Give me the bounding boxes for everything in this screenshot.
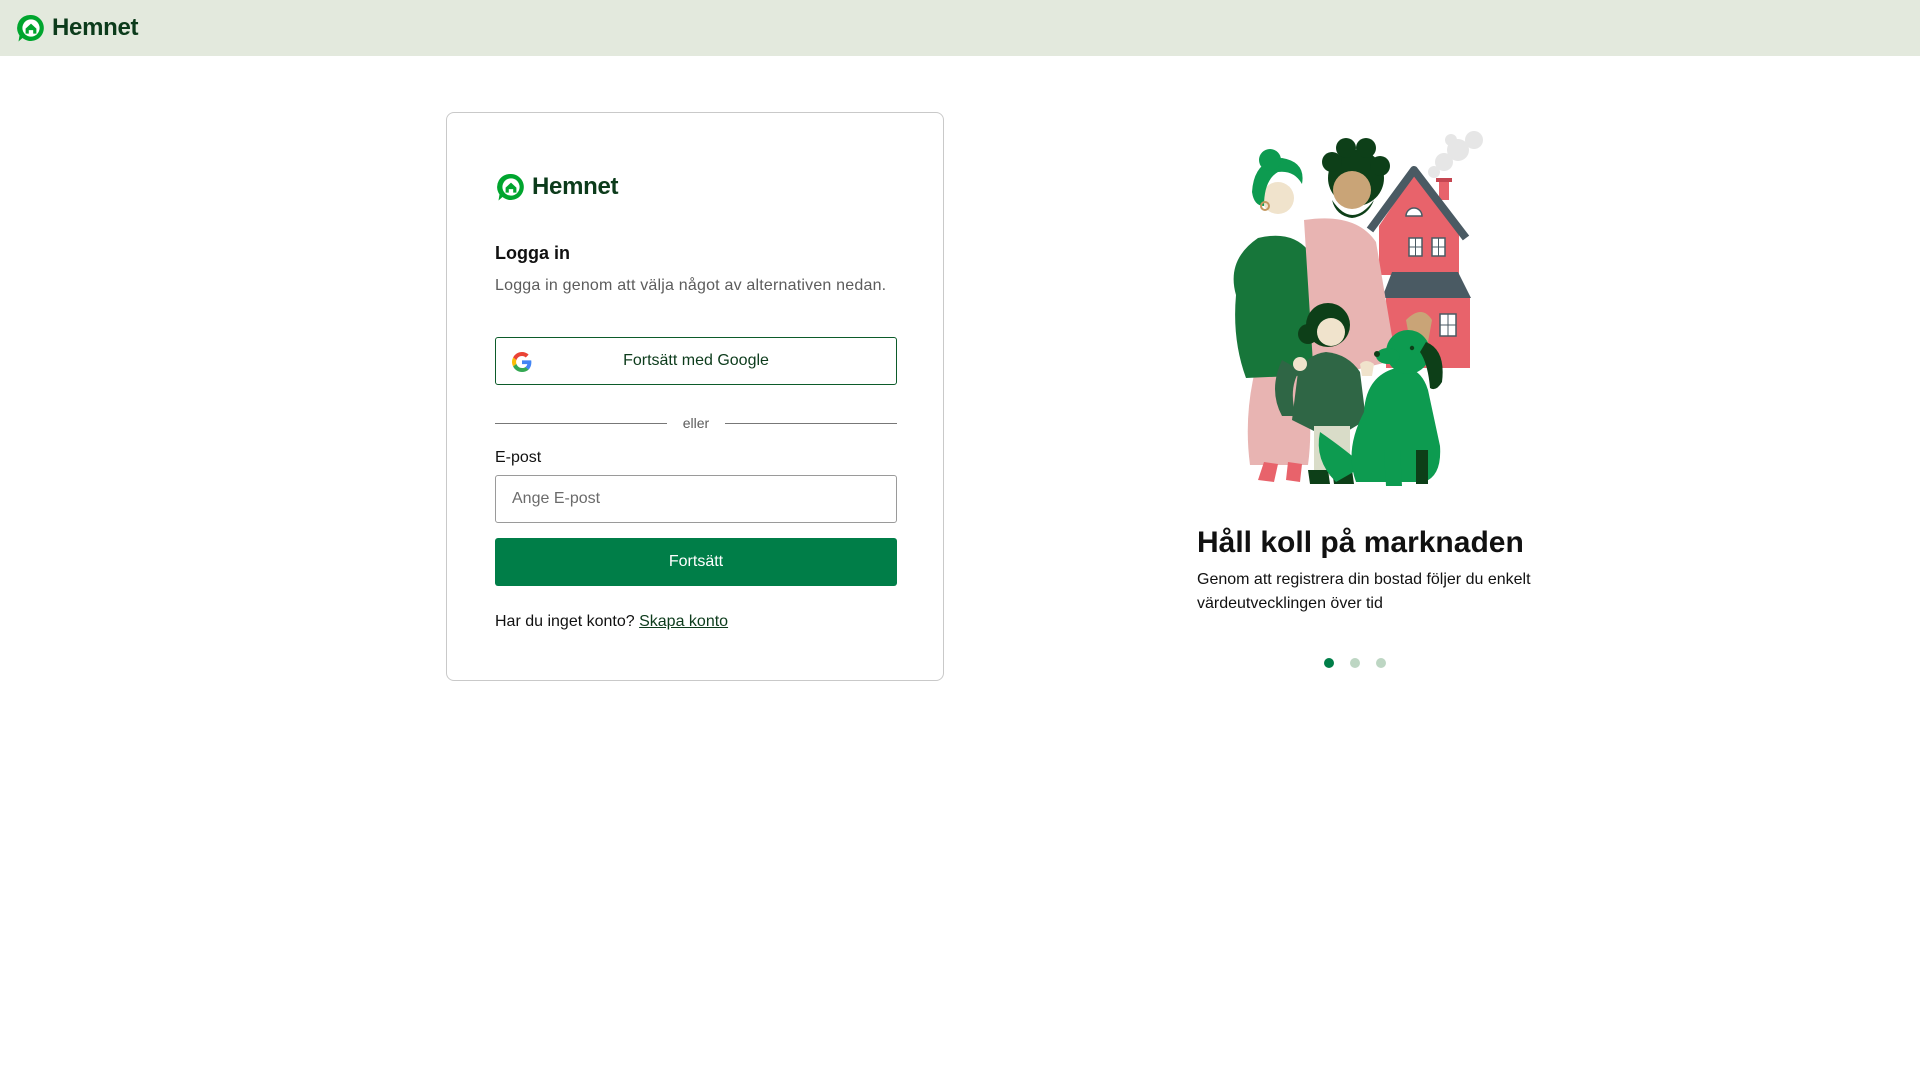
hemnet-logo-icon — [497, 173, 524, 201]
top-bar: Hemnet — [0, 0, 1920, 56]
email-field[interactable] — [495, 475, 897, 523]
login-card: Hemnet Logga in Logga in genom att välja… — [446, 112, 944, 681]
promo-text: Genom att registrera din bostad följer d… — [1197, 571, 1531, 612]
family-house-dog-illustration — [1233, 131, 1483, 486]
carousel-dot-1[interactable] — [1324, 658, 1334, 668]
promo-title: Håll koll på marknaden — [1197, 526, 1524, 559]
carousel-dot-3[interactable] — [1376, 658, 1386, 668]
or-divider: eller — [495, 411, 897, 435]
google-signin-button[interactable]: Fortsätt med Google — [495, 337, 897, 385]
google-icon — [512, 352, 532, 372]
card-logo: Hemnet — [495, 171, 619, 203]
divider-line-right — [725, 423, 897, 424]
header-logo[interactable]: Hemnet — [15, 12, 139, 44]
no-account-text: Har du inget konto? — [495, 613, 635, 630]
brand-name: Hemnet — [532, 173, 619, 200]
google-button-label: Fortsätt med Google — [623, 352, 769, 369]
signup-row: Har du inget konto? Skapa konto — [495, 613, 728, 631]
hemnet-logo-icon — [17, 14, 44, 42]
page-title: Logga in — [495, 243, 570, 263]
carousel-dot-2[interactable] — [1350, 658, 1360, 668]
continue-button[interactable]: Fortsätt — [495, 538, 897, 586]
brand-name: Hemnet — [52, 14, 139, 41]
carousel-dots — [1324, 658, 1386, 668]
email-label: E-post — [495, 449, 542, 466]
create-account-link[interactable]: Skapa konto — [639, 613, 728, 630]
page-subtitle: Logga in genom att välja något av altern… — [495, 277, 887, 294]
